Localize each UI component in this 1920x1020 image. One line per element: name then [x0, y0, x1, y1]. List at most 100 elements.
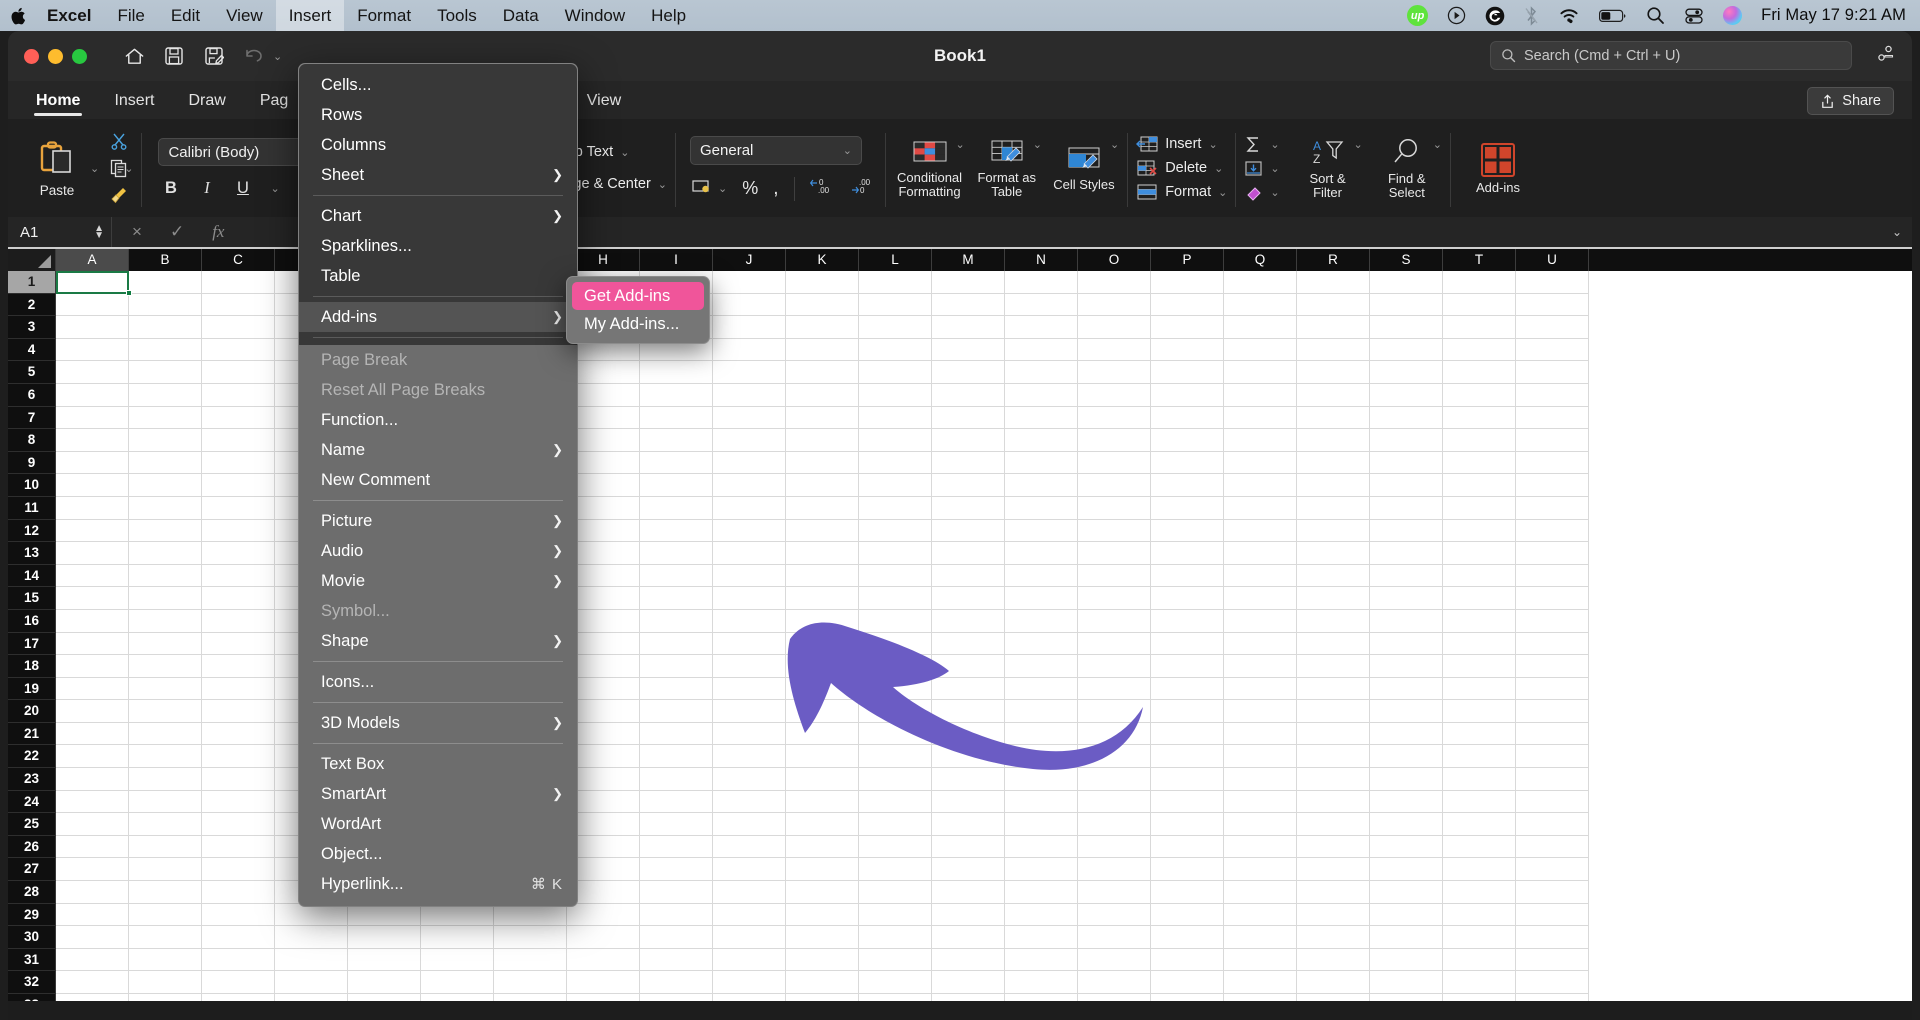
cell-S7[interactable]	[1370, 406, 1443, 430]
cell-T13[interactable]	[1443, 542, 1516, 565]
cell-T18[interactable]	[1443, 655, 1516, 678]
cell-Q19[interactable]	[1224, 677, 1297, 701]
submenu-item-my-addins[interactable]: My Add-ins...	[572, 310, 704, 338]
cell-L21[interactable]	[859, 722, 932, 746]
cell-I19[interactable]	[640, 677, 713, 701]
cell-B24[interactable]	[129, 790, 202, 814]
menu-item-smartart[interactable]: SmartArt ❯	[299, 779, 577, 809]
cell-L23[interactable]	[859, 768, 932, 791]
cell-T9[interactable]	[1443, 451, 1516, 475]
upwork-status-icon[interactable]: up	[1407, 5, 1429, 26]
cell-N26[interactable]	[1005, 835, 1078, 859]
row-header-6[interactable]: 6	[8, 383, 56, 407]
autosum-chevron-icon[interactable]: ⌄	[1270, 138, 1279, 151]
cell-T23[interactable]	[1443, 768, 1516, 791]
cell-U5[interactable]	[1516, 361, 1589, 384]
cell-J22[interactable]	[713, 745, 786, 769]
cell-Q26[interactable]	[1224, 835, 1297, 859]
menu-excel[interactable]: Excel	[34, 0, 104, 31]
cell-R23[interactable]	[1297, 768, 1370, 791]
cell-B26[interactable]	[129, 835, 202, 859]
row-header-12[interactable]: 12	[8, 519, 56, 543]
column-header-k[interactable]: K	[786, 249, 859, 271]
cell-J24[interactable]	[713, 790, 786, 814]
insert-function-button[interactable]: fx	[212, 222, 224, 242]
cell-R5[interactable]	[1297, 361, 1370, 384]
cell-J8[interactable]	[713, 429, 786, 452]
cell-S20[interactable]	[1370, 700, 1443, 723]
menu-item-sparklines[interactable]: Sparklines...	[299, 231, 577, 261]
cell-S17[interactable]	[1370, 632, 1443, 656]
siri-icon[interactable]	[1723, 6, 1743, 25]
row-header-1[interactable]: 1	[8, 271, 56, 294]
cell-O22[interactable]	[1078, 745, 1151, 769]
cell-A25[interactable]	[56, 813, 129, 836]
paste-dropdown-chevron-icon[interactable]: ⌄	[90, 162, 99, 175]
cell-A9[interactable]	[56, 451, 129, 475]
wrap-text-dropdown-chevron-icon[interactable]: ⌄	[620, 146, 629, 159]
menu-item-columns[interactable]: Columns	[299, 130, 577, 160]
cell-T16[interactable]	[1443, 609, 1516, 633]
insert-cells-button[interactable]: Insert ⌄	[1136, 135, 1227, 153]
cell-R21[interactable]	[1297, 722, 1370, 746]
cell-L14[interactable]	[859, 564, 932, 588]
cell-B8[interactable]	[129, 429, 202, 452]
cell-S18[interactable]	[1370, 655, 1443, 678]
cell-I27[interactable]	[640, 858, 713, 882]
cell-T25[interactable]	[1443, 813, 1516, 836]
cell-B25[interactable]	[129, 813, 202, 836]
cell-K10[interactable]	[786, 474, 859, 497]
cell-K3[interactable]	[786, 316, 859, 339]
cell-P31[interactable]	[1151, 948, 1224, 972]
cell-U26[interactable]	[1516, 835, 1589, 859]
cell-L3[interactable]	[859, 316, 932, 339]
confirm-entry-button[interactable]: ✓	[170, 222, 184, 242]
cell-O20[interactable]	[1078, 700, 1151, 723]
cell-K12[interactable]	[786, 519, 859, 543]
column-header-i[interactable]: I	[640, 249, 713, 271]
menu-item-new-comment[interactable]: New Comment	[299, 465, 577, 495]
cell-D32[interactable]	[275, 971, 348, 994]
cell-A6[interactable]	[56, 383, 129, 407]
cell-O29[interactable]	[1078, 903, 1151, 927]
cell-I14[interactable]	[640, 564, 713, 588]
cell-T11[interactable]	[1443, 496, 1516, 520]
cell-T19[interactable]	[1443, 677, 1516, 701]
column-header-a[interactable]: A	[56, 249, 129, 271]
cell-T22[interactable]	[1443, 745, 1516, 769]
column-header-q[interactable]: Q	[1224, 249, 1297, 271]
cell-Q11[interactable]	[1224, 496, 1297, 520]
undo-icon[interactable]	[243, 45, 265, 67]
cell-K20[interactable]	[786, 700, 859, 723]
cell-J12[interactable]	[713, 519, 786, 543]
cell-R17[interactable]	[1297, 632, 1370, 656]
cell-J31[interactable]	[713, 948, 786, 972]
cell-A22[interactable]	[56, 745, 129, 769]
cell-L18[interactable]	[859, 655, 932, 678]
cell-B17[interactable]	[129, 632, 202, 656]
cell-T26[interactable]	[1443, 835, 1516, 859]
cell-P6[interactable]	[1151, 383, 1224, 407]
cell-L32[interactable]	[859, 971, 932, 994]
cell-Q18[interactable]	[1224, 655, 1297, 678]
row-header-17[interactable]: 17	[8, 632, 56, 656]
cell-I7[interactable]	[640, 406, 713, 430]
cell-C25[interactable]	[202, 813, 275, 836]
menu-item-add-ins[interactable]: Add-ins ❯	[299, 302, 577, 332]
cell-N27[interactable]	[1005, 858, 1078, 882]
cell-O15[interactable]	[1078, 587, 1151, 610]
cell-Q16[interactable]	[1224, 609, 1297, 633]
cell-T15[interactable]	[1443, 587, 1516, 610]
column-header-t[interactable]: T	[1443, 249, 1516, 271]
cell-L20[interactable]	[859, 700, 932, 723]
cell-A13[interactable]	[56, 542, 129, 565]
underline-dropdown-chevron-icon[interactable]: ⌄	[270, 182, 279, 195]
cell-C12[interactable]	[202, 519, 275, 543]
cell-J10[interactable]	[713, 474, 786, 497]
cell-C2[interactable]	[202, 293, 275, 317]
cell-L2[interactable]	[859, 293, 932, 317]
cell-G31[interactable]	[494, 948, 567, 972]
tab-page-layout[interactable]: Pag	[246, 92, 302, 119]
cell-T12[interactable]	[1443, 519, 1516, 543]
cell-M10[interactable]	[932, 474, 1005, 497]
